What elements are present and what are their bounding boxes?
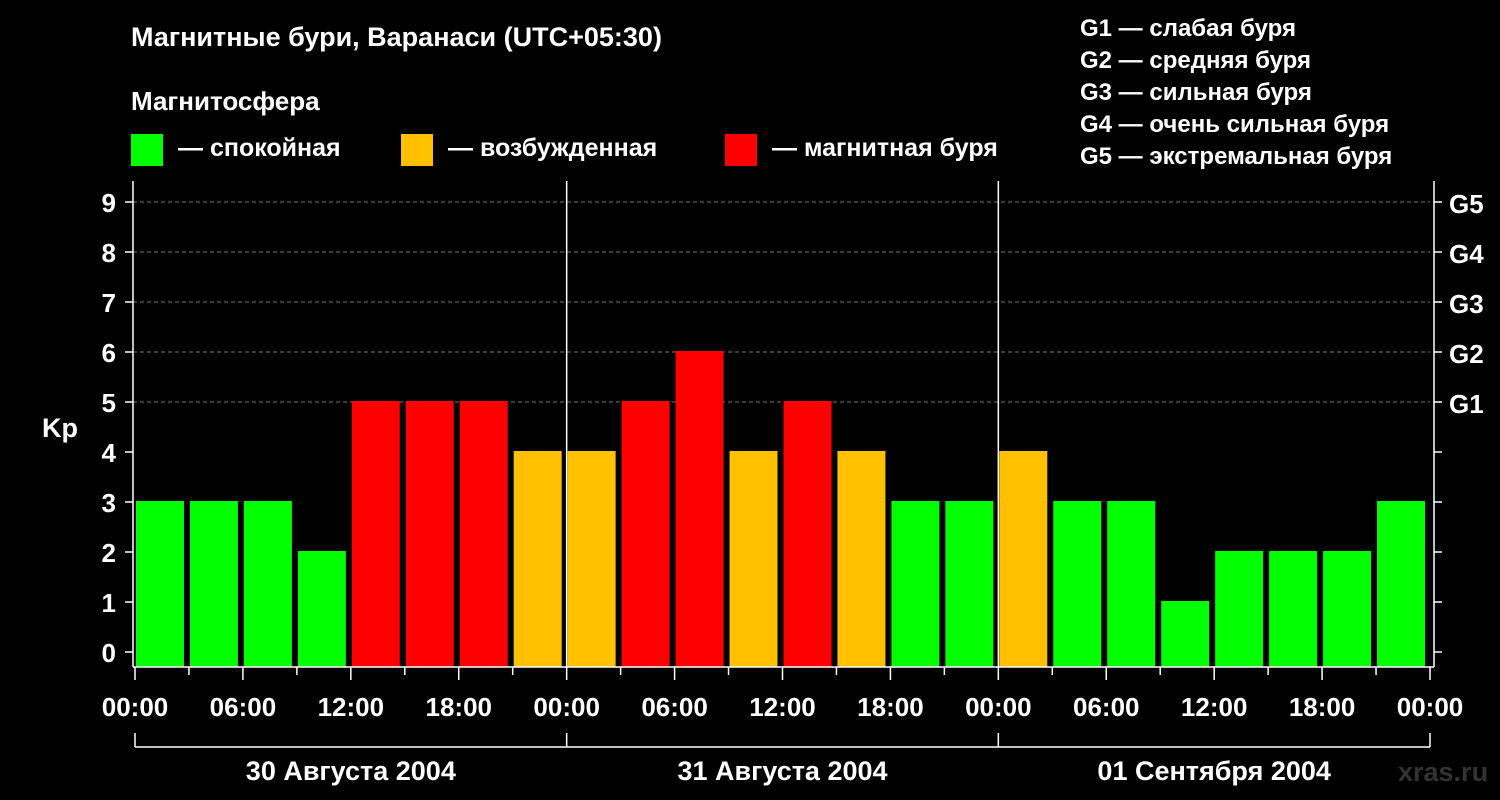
bar-30-08-09-00 (297, 551, 346, 667)
y-tick-label-8: 8 (102, 238, 116, 268)
y-tick-label-6: 6 (102, 338, 116, 368)
bar-31-08-12-00 (783, 401, 832, 667)
bar-01-09-09-00 (1161, 601, 1210, 667)
bar-31-08-06-00 (675, 351, 724, 667)
x-tick-label-3: 18:00 (426, 692, 493, 722)
watermark: xras.ru (1398, 757, 1489, 787)
bar-01-09-21-00 (1377, 501, 1425, 667)
right-tick-label-g4: G4 (1449, 239, 1484, 269)
right-tick-label-g1: G1 (1449, 389, 1484, 419)
x-tick-label-9: 06:00 (1073, 692, 1140, 722)
bar-01-09-15-00 (1269, 551, 1318, 667)
kp-bar-chart: 0 1 2 3 4 5 6 7 8 9 G1 G2 G3 G4 G5 Kp 00:00 06:00 12:00 18:… (42, 181, 1484, 786)
y-tick-label-1: 1 (102, 588, 116, 618)
bar-01-09-06-00 (1107, 501, 1156, 667)
x-tick-label-4: 00:00 (533, 692, 600, 722)
date-label-1: 31 Августа 2004 (677, 756, 887, 786)
bar-31-08-00-00 (567, 451, 616, 667)
bar-31-08-21-00 (945, 501, 994, 667)
bar-31-08-09-00 (729, 451, 778, 667)
y-tick-label-0: 0 (102, 638, 116, 668)
y-tick-label-9: 9 (102, 188, 116, 218)
right-tick-label-g2: G2 (1449, 339, 1484, 369)
x-tick-label-6: 12:00 (749, 692, 816, 722)
bar-31-08-15-00 (837, 451, 886, 667)
x-tick-label-8: 00:00 (965, 692, 1032, 722)
x-tick-label-10: 12:00 (1181, 692, 1248, 722)
x-tick-label-11: 18:00 (1289, 692, 1356, 722)
right-tick-label-g5: G5 (1449, 189, 1484, 219)
x-tick-label-1: 06:00 (210, 692, 277, 722)
y-tick-label-5: 5 (102, 388, 116, 418)
date-label-2: 01 Сентября 2004 (1097, 756, 1330, 786)
x-tick-label-2: 12:00 (318, 692, 385, 722)
bar-30-08-06-00 (243, 501, 292, 667)
x-tick-label-5: 06:00 (641, 692, 708, 722)
bar-30-08-18-00 (459, 401, 508, 667)
y-tick-label-7: 7 (102, 288, 116, 318)
x-tick-label-0: 00:00 (102, 692, 169, 722)
right-tick-label-g3: G3 (1449, 289, 1484, 319)
bar-30-08-21-00 (513, 451, 562, 667)
bar-01-09-03-00 (1053, 501, 1102, 667)
bar-30-08-15-00 (405, 401, 454, 667)
bar-01-09-12-00 (1215, 551, 1264, 667)
bar-31-08-18-00 (891, 501, 940, 667)
bar-01-09-18-00 (1323, 551, 1372, 667)
bar-01-09-00-00 (999, 451, 1048, 667)
x-tick-label-7: 18:00 (857, 692, 924, 722)
x-tick-label-12: 00:00 (1397, 692, 1464, 722)
date-label-0: 30 Августа 2004 (246, 756, 456, 786)
bar-30-08-12-00 (351, 401, 400, 667)
bar-31-08-03-00 (621, 401, 670, 667)
y-axis-title: Kp (42, 413, 78, 443)
y-tick-label-3: 3 (102, 488, 116, 518)
y-tick-label-2: 2 (102, 538, 116, 568)
bar-30-08-00-00 (136, 501, 184, 667)
bar-30-08-03-00 (189, 501, 238, 667)
y-tick-label-4: 4 (102, 438, 117, 468)
